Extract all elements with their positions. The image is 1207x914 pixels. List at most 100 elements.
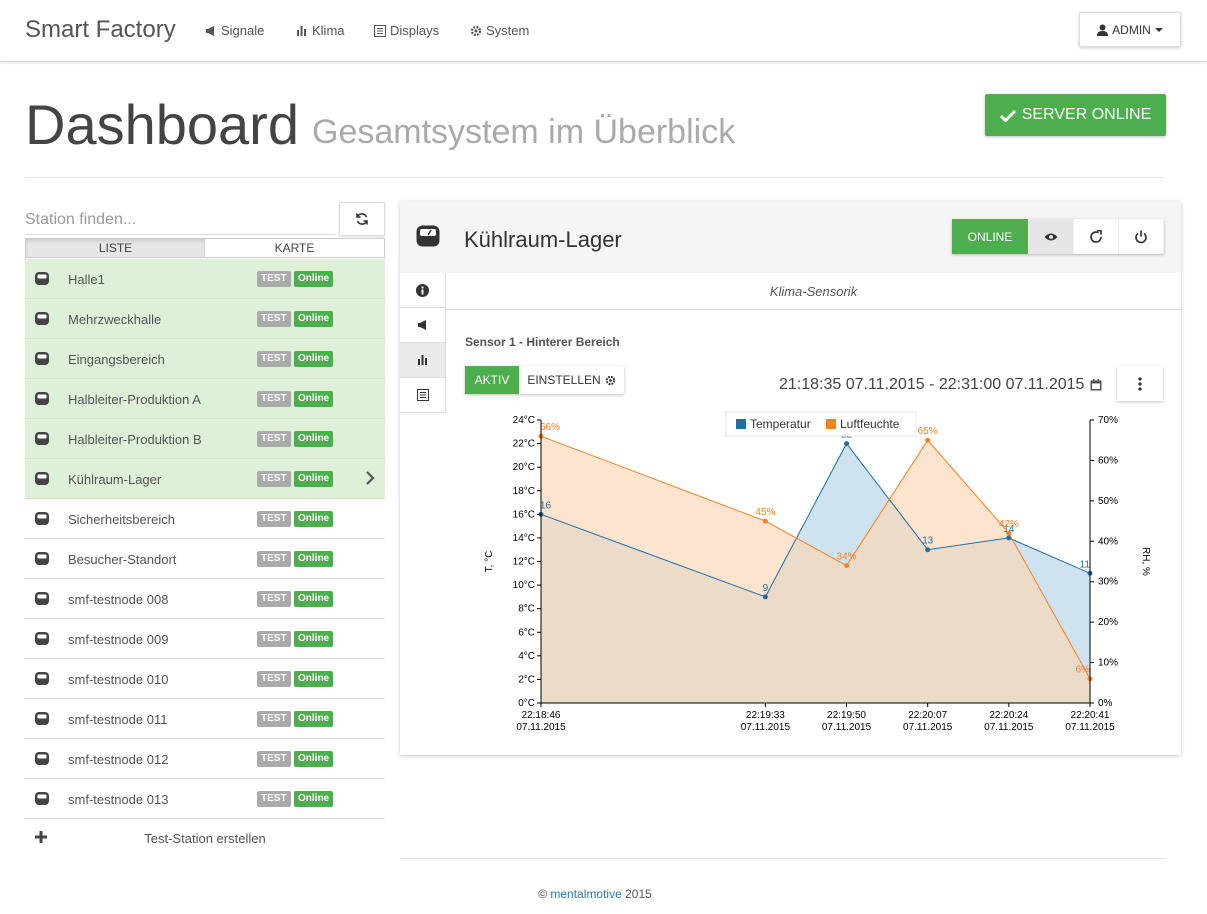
tab-liste[interactable]: LISTE [26,239,205,257]
x-tick-date: 07.11.2015 [903,722,953,733]
y-tick-label-left: 18°C [513,486,535,497]
tab-info[interactable] [400,273,446,308]
megaphone-icon [206,25,214,36]
station-name: smf-testnode 011 [68,712,168,727]
data-point [925,437,931,443]
station-item[interactable]: Halbleiter-Produktion B TEST Online [25,419,385,459]
online-badge: Online [294,511,334,527]
view-button[interactable] [1029,219,1074,254]
reload-button[interactable] [1074,219,1119,254]
online-badge: Online [294,271,334,287]
tab-karte[interactable]: KARTE [205,239,384,257]
station-name: Halbleiter-Produktion B [68,432,202,447]
test-badge: TEST [257,391,291,407]
tab-klima[interactable] [400,343,446,378]
station-name: Mehrzweckhalle [68,312,162,327]
device-icon [35,752,49,765]
station-name: Sicherheitsbereich [68,512,175,527]
nav-system[interactable]: System [470,23,529,38]
legend-swatch-temperatur [736,419,746,429]
device-icon [35,392,49,405]
footer-year: 2015 [625,887,652,901]
server-status-label: SERVER ONLINE [1021,106,1152,123]
station-search-input[interactable] [25,205,335,235]
device-icon [35,352,49,365]
station-item[interactable]: Eingangsbereich TEST Online [25,339,385,379]
station-name: Halbleiter-Produktion A [68,392,201,407]
data-label: 65% [918,426,938,437]
station-item[interactable]: Sicherheitsbereich TEST Online [25,499,385,539]
y-tick-label-right: 40% [1098,536,1118,547]
tab-displays[interactable] [400,378,446,413]
y-tick-label-left: 8°C [518,604,535,615]
page-title: Dashboard [25,93,299,156]
station-item[interactable]: smf-testnode 012 TEST Online [25,739,385,779]
tab-signale[interactable] [400,308,446,343]
sensor-toggle: AKTIV EINSTELLEN [465,366,624,394]
station-item[interactable]: Halbleiter-Produktion A TEST Online [25,379,385,419]
device-icon [35,712,49,725]
nav-displays[interactable]: Displays [374,23,439,38]
aktiv-button[interactable]: AKTIV [465,366,519,394]
station-item[interactable]: smf-testnode 008 TEST Online [25,579,385,619]
y-tick-label-left: 16°C [513,509,535,520]
data-point [844,441,850,447]
view-tabs: LISTE KARTE [25,238,385,258]
add-station-button[interactable]: Test-Station erstellen [25,819,385,859]
online-badge: Online [294,551,334,567]
station-name: Halle1 [68,272,105,287]
online-badge: Online [294,751,334,767]
online-badge: Online [294,591,334,607]
x-tick-label: 22:20:07 [908,710,947,721]
y-axis-title-right: RH, % [1140,547,1151,576]
online-badge: Online [294,791,334,807]
station-name: smf-testnode 012 [68,752,169,767]
station-item[interactable]: smf-testnode 011 TEST Online [25,699,385,739]
data-point [762,518,768,524]
einstellen-button[interactable]: EINSTELLEN [519,366,624,394]
nav-signale[interactable]: Signale [205,23,264,38]
y-tick-label-right: 70% [1098,415,1118,426]
data-point [844,563,850,569]
brand[interactable]: Smart Factory [25,16,176,44]
refresh-stations-button[interactable] [339,202,385,236]
test-badge: TEST [257,671,291,687]
x-tick-label: 22:19:33 [746,710,785,721]
bar-chart-icon [297,25,306,36]
online-badge: Online [294,311,334,327]
add-station-label: Test-Station erstellen [144,831,266,846]
station-item[interactable]: smf-testnode 010 TEST Online [25,659,385,699]
station-item[interactable]: Besucher-Standort TEST Online [25,539,385,579]
station-item[interactable]: Kühlraum-Lager TEST Online [25,459,385,499]
y-tick-label-right: 60% [1098,455,1118,466]
nav-klima[interactable]: Klima [296,23,345,38]
station-item[interactable]: smf-testnode 009 TEST Online [25,619,385,659]
calendar-icon [1090,379,1102,391]
y-tick-label-right: 10% [1098,658,1118,669]
power-button[interactable] [1119,219,1164,254]
admin-label: ADMIN [1112,22,1151,37]
gear-icon [605,375,615,385]
more-options-button[interactable] [1117,366,1163,401]
date-range-picker[interactable]: 21:18:35 07.11.2015 - 22:31:00 07.11.201… [779,376,1102,394]
user-icon [1097,24,1109,36]
y-tick-label-left: 22°C [513,439,535,450]
x-tick-label: 22:20:41 [1071,710,1110,721]
data-label: 9 [763,583,769,594]
test-badge: TEST [257,711,291,727]
footer-link[interactable]: mentalmotive [550,887,621,901]
station-item[interactable]: smf-testnode 013 TEST Online [25,779,385,819]
server-status-button[interactable]: SERVER ONLINE [985,94,1166,136]
device-icon [35,672,49,685]
device-icon [35,472,49,485]
device-icon [35,592,49,605]
admin-menu-button[interactable]: ADMIN [1079,12,1181,47]
station-item[interactable]: Mehrzweckhalle TEST Online [25,299,385,339]
data-label: 42% [999,519,1019,530]
device-icon [35,632,49,645]
station-item[interactable]: Halle1 TEST Online [25,259,385,299]
data-label: 13 [922,536,934,547]
device-icon [35,552,49,565]
test-badge: TEST [257,311,291,327]
online-status-button[interactable]: ONLINE [952,219,1029,254]
